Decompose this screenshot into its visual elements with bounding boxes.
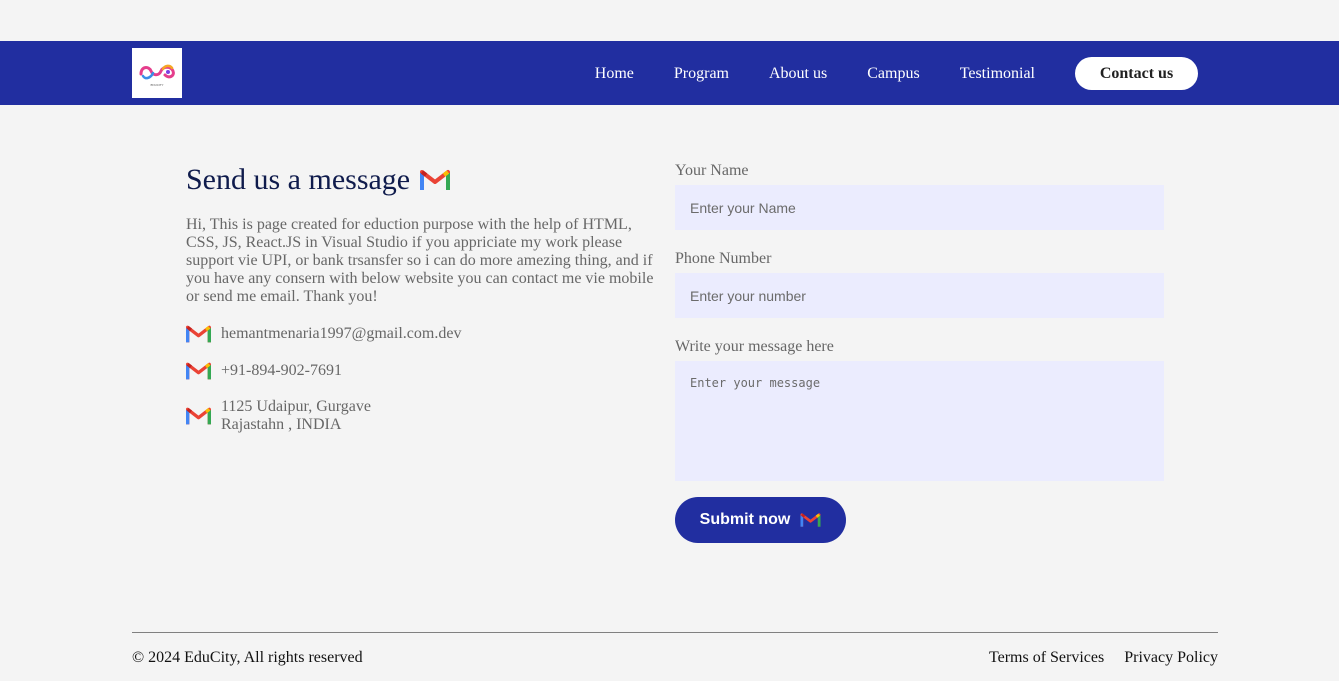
message-label: Write your message here (675, 338, 834, 355)
contact-email: hemantmenaria1997@gmail.com.dev (221, 325, 462, 342)
footer: © 2024 EduCity, All rights reserved Term… (132, 632, 1218, 666)
contact-address-item: 1125 Udaipur, Gurgave Rajastahn , INDIA (186, 398, 658, 434)
contact-intro: Hi, This is page created for eduction pu… (186, 216, 654, 305)
submit-button[interactable]: Submit now (675, 497, 846, 543)
gmail-icon (420, 168, 451, 192)
gmail-icon (186, 324, 211, 344)
logo-swirl-icon (139, 64, 175, 79)
contact-list: hemantmenaria1997@gmail.com.dev +91-894-… (186, 324, 658, 434)
contact-heading-text: Send us a message (186, 163, 411, 196)
nav-about-us[interactable]: About us (769, 65, 827, 83)
contact-us-button[interactable]: Contact us (1075, 57, 1198, 90)
message-textarea[interactable] (675, 361, 1164, 481)
contact-email-item: hemantmenaria1997@gmail.com.dev (186, 324, 658, 344)
logo-caption: EDUCITY (150, 82, 164, 87)
copyright: © 2024 EduCity, All rights reserved (132, 649, 363, 666)
phone-label: Phone Number (675, 250, 772, 267)
privacy-link[interactable]: Privacy Policy (1124, 649, 1218, 667)
name-label: Your Name (675, 162, 749, 179)
site-logo[interactable]: EDUCITY (132, 48, 182, 98)
gmail-icon (186, 406, 211, 426)
submit-label: Submit now (699, 511, 791, 528)
address-line-1: 1125 Udaipur, Gurgave (221, 398, 371, 415)
nav-program[interactable]: Program (674, 65, 729, 83)
footer-links: Terms of Services Privacy Policy (969, 649, 1218, 667)
gmail-icon (186, 361, 211, 381)
contact-phone-item: +91-894-902-7691 (186, 361, 658, 381)
nav-links: Home Program About us Campus Testimonial… (595, 57, 1198, 90)
message-field-group: Write your message here (675, 338, 1164, 486)
contact-address: 1125 Udaipur, Gurgave Rajastahn , INDIA (221, 398, 371, 434)
navbar: EDUCITY Home Program About us Campus Tes… (0, 41, 1339, 105)
name-input[interactable] (675, 185, 1164, 230)
contact-heading: Send us a message (186, 162, 658, 198)
contact-info: Send us a message Hi, This is page creat… (186, 162, 658, 451)
contact-form: Your Name Phone Number Write your messag… (675, 162, 1164, 543)
phone-input[interactable] (675, 273, 1164, 318)
name-field-group: Your Name (675, 162, 1164, 230)
address-line-2: Rajastahn , INDIA (221, 416, 342, 433)
nav-home[interactable]: Home (595, 65, 634, 83)
terms-link[interactable]: Terms of Services (989, 649, 1104, 667)
contact-phone: +91-894-902-7691 (221, 362, 343, 379)
nav-testimonial[interactable]: Testimonial (960, 65, 1035, 83)
gmail-icon (800, 512, 821, 528)
nav-campus[interactable]: Campus (867, 65, 919, 83)
phone-field-group: Phone Number (675, 250, 1164, 318)
